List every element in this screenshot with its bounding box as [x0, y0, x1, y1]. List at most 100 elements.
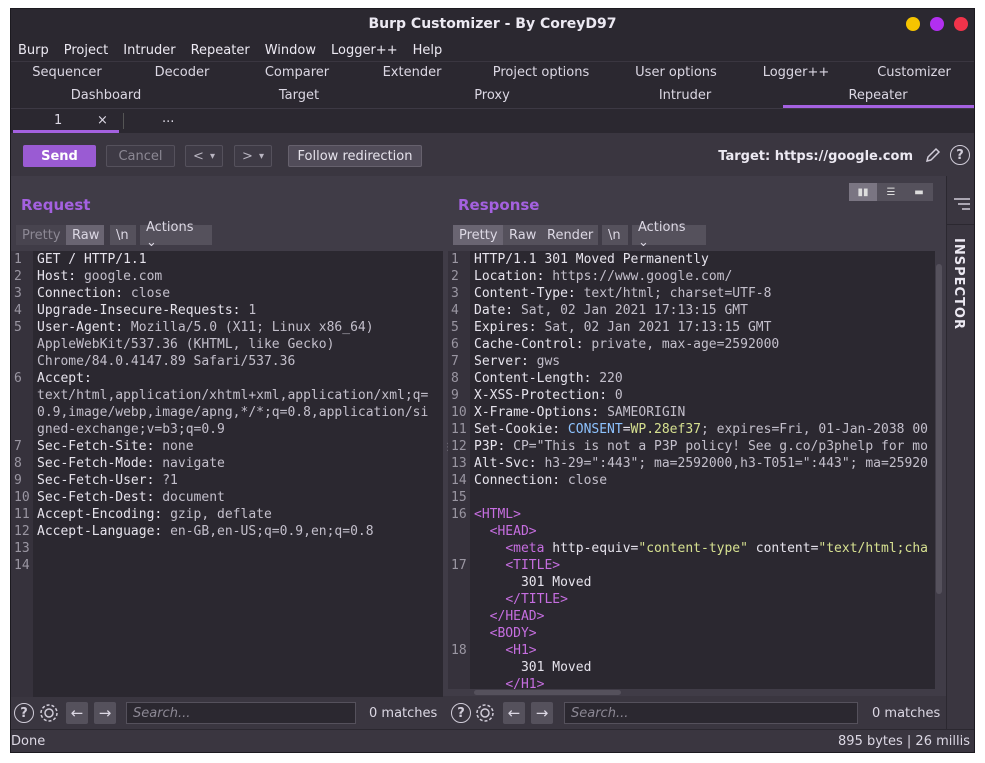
- request-line: text/html,application/xhtml+xml,applicat…: [11, 387, 443, 404]
- tab-repeater[interactable]: Repeater: [848, 88, 907, 103]
- send-button[interactable]: Send: [23, 145, 96, 167]
- line-number: 1: [451, 252, 459, 267]
- menu-repeater[interactable]: Repeater: [191, 43, 250, 58]
- tab-sequencer[interactable]: Sequencer: [32, 65, 101, 80]
- response-vertical-scrollbar[interactable]: [936, 264, 942, 594]
- inspector-settings-icon[interactable]: [954, 198, 970, 210]
- response-line-text: Content-Type: text/html; charset=UTF-8: [474, 285, 771, 302]
- tab-dashboard[interactable]: Dashboard: [71, 88, 142, 103]
- subtab-1-label[interactable]: 1: [54, 113, 62, 128]
- request-editor[interactable]: 1 GET / HTTP/1.1 2 Host: google.com 3 Connect…: [11, 251, 443, 697]
- header-name: HTTP/1.1 301 Moved Permanently: [474, 252, 709, 267]
- response-render-tab[interactable]: Render: [541, 225, 598, 245]
- menu-bar: Burp Project Intruder Repeater Window Lo…: [11, 39, 974, 61]
- history-forward-button[interactable]: > ▾: [234, 145, 272, 167]
- request-line: 6 Accept:: [11, 370, 443, 387]
- inspector-panel[interactable]: INSPECTOR: [946, 176, 974, 729]
- tab-proxy[interactable]: Proxy: [474, 88, 510, 103]
- response-line: 7 Server: gws: [448, 353, 935, 370]
- split-handle[interactable]: ⋮: [443, 443, 453, 463]
- subtab-divider: [123, 113, 124, 129]
- request-raw-tab[interactable]: Raw: [66, 225, 104, 245]
- request-newline-toggle[interactable]: \n: [110, 225, 136, 245]
- response-html-line: </H1>: [448, 676, 935, 689]
- response-line: 13 Alt-Svc: h3-29=":443"; ma=2592000,h3-T…: [448, 455, 935, 472]
- subtab-close-icon[interactable]: ×: [97, 113, 108, 128]
- tab-logger[interactable]: Logger++: [763, 65, 830, 80]
- tab-intruder[interactable]: Intruder: [659, 88, 711, 103]
- layout-side-by-side-icon[interactable]: ▮▮: [849, 183, 877, 201]
- cookie-equals: =: [622, 422, 631, 437]
- request-line-text: Sec-Fetch-Mode: navigate: [37, 455, 225, 472]
- response-help-icon[interactable]: ?: [451, 703, 471, 723]
- tab-user-options[interactable]: User options: [635, 65, 717, 80]
- layout-tabs-icon[interactable]: ▬: [905, 183, 933, 201]
- response-raw-tab[interactable]: Raw: [503, 225, 541, 245]
- tab-project-options[interactable]: Project options: [493, 65, 590, 80]
- response-newline-toggle[interactable]: \n: [602, 225, 628, 245]
- tab-customizer[interactable]: Customizer: [877, 65, 951, 80]
- help-icon[interactable]: ?: [950, 145, 970, 165]
- response-settings-gear-icon[interactable]: [474, 702, 496, 724]
- layout-stacked-icon[interactable]: ☰: [877, 183, 905, 201]
- tab-target[interactable]: Target: [279, 88, 319, 103]
- menu-help[interactable]: Help: [413, 43, 443, 58]
- subtab-new-button[interactable]: ...: [162, 111, 174, 126]
- request-line: 14: [11, 557, 443, 574]
- header-value: Mozilla/5.0 (X11; Linux x86_64): [130, 320, 374, 335]
- cancel-button[interactable]: Cancel: [106, 145, 175, 167]
- follow-redirection-button[interactable]: Follow redirection: [288, 145, 422, 167]
- response-html-line: 18 <H1>: [448, 642, 935, 659]
- request-search-input[interactable]: Search...: [126, 702, 356, 724]
- response-line: 3 Content-Type: text/html; charset=UTF-8: [448, 285, 935, 302]
- request-actions-menu[interactable]: Actions ⌄: [140, 220, 212, 250]
- minimize-button[interactable]: [906, 17, 920, 31]
- menu-intruder[interactable]: Intruder: [123, 43, 175, 58]
- response-line-text: Expires: Sat, 02 Jan 2021 17:13:15 GMT: [474, 319, 771, 336]
- request-help-icon[interactable]: ?: [14, 703, 34, 723]
- tab-decoder[interactable]: Decoder: [155, 65, 210, 80]
- request-line-text: Sec-Fetch-User: ?1: [37, 472, 178, 489]
- target-label[interactable]: Target: https://google.com: [718, 149, 913, 164]
- menu-project[interactable]: Project: [64, 43, 108, 58]
- response-actions-menu[interactable]: Actions ⌄: [632, 220, 706, 250]
- line-number: 12: [451, 439, 467, 454]
- chevron-down-icon[interactable]: ▾: [210, 151, 215, 162]
- maximize-button[interactable]: [930, 17, 944, 31]
- request-pretty-tab[interactable]: Pretty: [16, 225, 66, 245]
- response-search-prev-button[interactable]: ←: [503, 702, 525, 724]
- line-number: 14: [451, 473, 467, 488]
- request-search-prev-button[interactable]: ←: [66, 702, 88, 724]
- response-html-line: </HEAD>: [448, 608, 935, 625]
- request-line-text: Connection: close: [37, 285, 170, 302]
- request-settings-gear-icon[interactable]: [38, 702, 60, 724]
- history-back-button[interactable]: < ▾: [185, 145, 223, 167]
- response-search-input[interactable]: Search...: [564, 702, 858, 724]
- response-search-next-button[interactable]: →: [531, 702, 553, 724]
- menu-logger[interactable]: Logger++: [331, 43, 398, 58]
- inspector-label[interactable]: INSPECTOR: [951, 238, 966, 330]
- response-line-text: Connection: close: [474, 472, 607, 489]
- menu-burp[interactable]: Burp: [18, 43, 49, 58]
- close-button[interactable]: [954, 17, 968, 31]
- tab-extender[interactable]: Extender: [383, 65, 442, 80]
- request-line-text: Sec-Fetch-Dest: document: [37, 489, 225, 506]
- response-html-line: <HEAD>: [448, 523, 935, 540]
- header-name: Alt-Svc:: [474, 456, 545, 471]
- tag-name: HEAD: [505, 609, 537, 624]
- tab-comparer[interactable]: Comparer: [265, 65, 329, 80]
- header-value: Sat, 02 Jan 2021 17:13:15 GMT: [544, 320, 772, 335]
- header-value: SAMEORIGIN: [607, 405, 686, 420]
- tag-name: meta: [513, 541, 545, 556]
- layout-toggle: ▮▮ ☰ ▬: [849, 183, 933, 201]
- edit-target-icon[interactable]: [924, 146, 942, 164]
- response-pretty-tab[interactable]: Pretty: [453, 225, 503, 245]
- header-value: CP="This is not a P3P policy! See g.co/p…: [513, 439, 928, 454]
- response-line: 12 P3P: CP="This is not a P3P policy! See…: [448, 438, 935, 455]
- response-horizontal-scrollbar[interactable]: [474, 690, 621, 695]
- chevron-down-icon[interactable]: ▾: [259, 151, 264, 162]
- request-search-next-button[interactable]: →: [94, 702, 116, 724]
- response-editor[interactable]: 1 HTTP/1.1 301 Moved Permanently 2 Location…: [448, 251, 935, 689]
- menu-window[interactable]: Window: [265, 43, 316, 58]
- header-value: private, max-age=2592000: [591, 337, 780, 352]
